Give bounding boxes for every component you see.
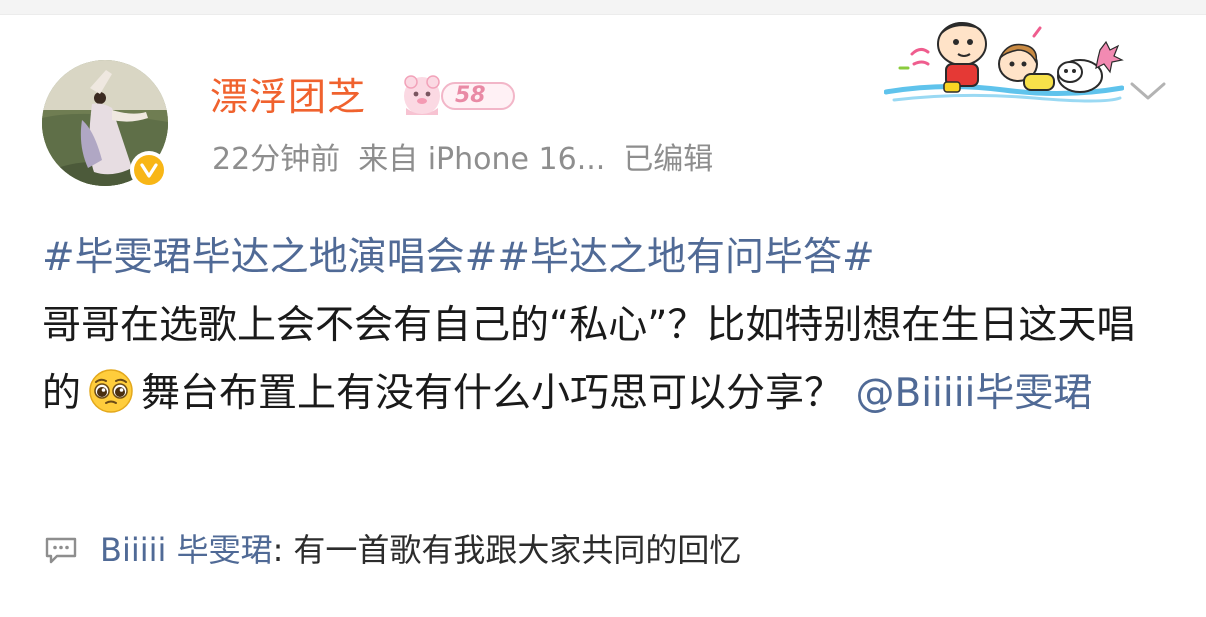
- topic-link-qa[interactable]: #毕达之地有问毕答#: [497, 235, 874, 280]
- comment-separator: :: [272, 531, 284, 569]
- post-edited-label[interactable]: 已编辑: [623, 142, 713, 177]
- top-comment[interactable]: Biiiii 毕雯珺: 有一首歌有我跟大家共同的回忆: [44, 528, 741, 572]
- fan-level-number: 58: [455, 83, 486, 108]
- post-source[interactable]: 来自 iPhone 16...: [358, 142, 605, 177]
- chevron-down-icon[interactable]: [1128, 76, 1168, 106]
- post-time: 22分钟前: [212, 142, 341, 177]
- topic-link-concert[interactable]: #毕雯珺毕达之地演唱会#: [42, 235, 497, 280]
- pleading-face-emoji: [89, 369, 133, 413]
- post-body: #毕雯珺毕达之地演唱会##毕达之地有问毕答# 哥哥在选歌上会不会有自己的“私心”…: [42, 224, 1172, 428]
- comment-icon: [45, 537, 77, 564]
- comment-text: 有一首歌有我跟大家共同的回忆: [293, 531, 742, 569]
- comment-author[interactable]: Biiiii 毕雯珺: [100, 531, 273, 569]
- post-text-part-2: 舞台布置上有没有什么小巧思可以分享？: [141, 371, 844, 416]
- post-meta: 22分钟前 来自 iPhone 16... 已编辑: [212, 140, 731, 180]
- top-divider: [0, 0, 1206, 15]
- verified-badge-icon: [130, 151, 168, 189]
- post-author-name[interactable]: 漂浮团芝: [210, 74, 366, 120]
- mention-link[interactable]: @Biiiii毕雯珺: [855, 371, 1092, 416]
- decoration-sticker-icon: [884, 22, 1124, 103]
